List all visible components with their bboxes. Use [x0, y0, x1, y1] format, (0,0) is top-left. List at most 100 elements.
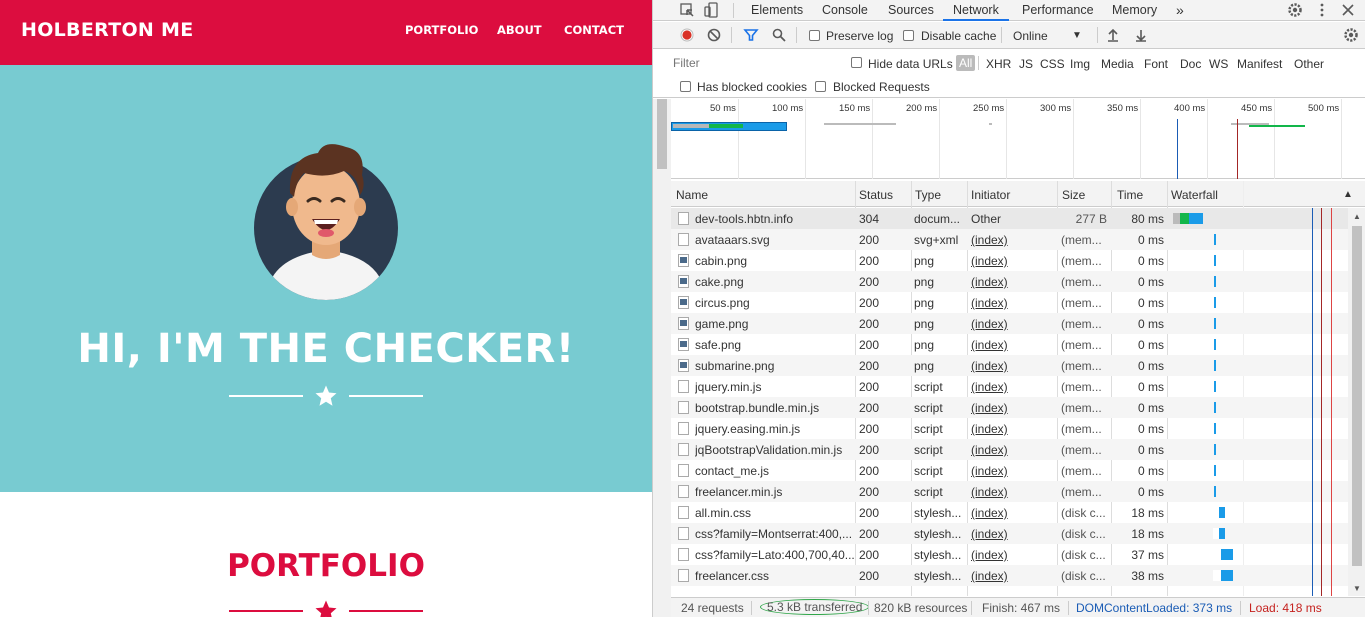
network-settings-gear-icon[interactable]: [1343, 27, 1359, 43]
preserve-log-checkbox[interactable]: [809, 30, 820, 41]
has-blocked-cookies-checkbox[interactable]: [680, 81, 691, 92]
request-initiator[interactable]: (index): [971, 380, 1057, 394]
column-header-initiator[interactable]: Initiator: [971, 188, 1010, 202]
sort-ascending-icon[interactable]: ▲: [1343, 189, 1353, 200]
request-initiator[interactable]: (index): [971, 443, 1057, 457]
filter-type-all[interactable]: All: [956, 55, 976, 71]
request-initiator[interactable]: (index): [971, 527, 1057, 541]
hide-data-urls-checkbox[interactable]: [851, 57, 862, 68]
column-header-status[interactable]: Status: [859, 188, 893, 202]
filter-type-media[interactable]: Media: [1101, 57, 1134, 71]
scroll-up-icon[interactable]: ▲: [1353, 212, 1361, 221]
tab-elements[interactable]: Elements: [751, 0, 803, 21]
scroll-down-icon[interactable]: ▼: [1353, 584, 1361, 593]
nav-link-about[interactable]: ABOUT: [497, 23, 542, 37]
column-header-name[interactable]: Name: [676, 188, 708, 202]
tab-sources[interactable]: Sources: [888, 0, 934, 21]
more-tabs-icon[interactable]: »: [1176, 0, 1184, 21]
devtools-scrollbar-thumb[interactable]: [657, 99, 667, 169]
request-initiator[interactable]: (index): [971, 338, 1057, 352]
table-row[interactable]: bootstrap.bundle.min.js 200 script (index) (…: [671, 397, 1348, 418]
site-brand[interactable]: HOLBERTON ME: [21, 19, 194, 41]
column-header-type[interactable]: Type: [915, 188, 941, 202]
table-row[interactable]: css?family=Lato:400,700,40... 200 stylesh.…: [671, 544, 1348, 565]
clear-icon[interactable]: [706, 27, 722, 43]
tab-network[interactable]: Network: [943, 0, 1009, 21]
request-initiator[interactable]: (index): [971, 548, 1057, 562]
throttling-select[interactable]: Online: [1013, 29, 1048, 43]
request-initiator[interactable]: (index): [971, 275, 1057, 289]
table-row[interactable]: submarine.png 200 png (index) (mem... 0 ms: [671, 355, 1348, 376]
table-scrollbar[interactable]: ▲ ▼: [1348, 208, 1365, 596]
request-size: (mem...: [1061, 359, 1102, 373]
filter-type-js[interactable]: JS: [1019, 57, 1033, 71]
table-row[interactable]: cake.png 200 png (index) (mem... 0 ms: [671, 271, 1348, 292]
tab-performance[interactable]: Performance: [1022, 0, 1094, 21]
table-row[interactable]: css?family=Montserrat:400,... 200 stylesh.…: [671, 523, 1348, 544]
filter-type-other[interactable]: Other: [1294, 57, 1324, 71]
table-row[interactable]: jquery.min.js 200 script (index) (mem... 0 ms: [671, 376, 1348, 397]
column-header-size[interactable]: Size: [1062, 188, 1085, 202]
document-file-icon: [678, 401, 689, 414]
table-row[interactable]: freelancer.css 200 stylesh... (index) (disk …: [671, 565, 1348, 586]
request-status: 200: [859, 506, 880, 520]
inspect-element-icon[interactable]: [679, 2, 695, 18]
overview-tick: 350 ms: [1107, 103, 1139, 114]
import-har-icon[interactable]: [1105, 27, 1121, 43]
filter-funnel-icon[interactable]: [743, 27, 759, 43]
filter-input[interactable]: [673, 54, 838, 72]
request-initiator[interactable]: (index): [971, 569, 1057, 583]
table-row[interactable]: game.png 200 png (index) (mem... 0 ms: [671, 313, 1348, 334]
nav-link-contact[interactable]: CONTACT: [564, 23, 624, 37]
request-initiator[interactable]: (index): [971, 254, 1057, 268]
device-toolbar-icon[interactable]: [704, 2, 720, 18]
disable-cache-checkbox[interactable]: [903, 30, 914, 41]
tab-console[interactable]: Console: [822, 0, 868, 21]
close-devtools-icon[interactable]: [1340, 2, 1356, 18]
table-row[interactable]: safe.png 200 png (index) (mem... 0 ms: [671, 334, 1348, 355]
filter-type-manifest[interactable]: Manifest: [1237, 57, 1282, 71]
devtools-scrollbar[interactable]: [653, 99, 671, 617]
blocked-requests-checkbox[interactable]: [815, 81, 826, 92]
request-initiator[interactable]: (index): [971, 317, 1057, 331]
table-row[interactable]: freelancer.min.js 200 script (index) (mem...…: [671, 481, 1348, 502]
request-initiator[interactable]: (index): [971, 422, 1057, 436]
filter-type-ws[interactable]: WS: [1209, 57, 1228, 71]
filter-type-img[interactable]: Img: [1070, 57, 1090, 71]
filter-type-font[interactable]: Font: [1144, 57, 1168, 71]
table-row[interactable]: dev-tools.hbtn.info 304 docum... Other 277 B…: [671, 208, 1348, 229]
request-initiator[interactable]: (index): [971, 401, 1057, 415]
request-initiator[interactable]: (index): [971, 506, 1057, 520]
search-icon[interactable]: [771, 27, 787, 43]
export-har-icon[interactable]: [1133, 27, 1149, 43]
table-row[interactable]: jquery.easing.min.js 200 script (index) (mem…: [671, 418, 1348, 439]
chevron-down-icon[interactable]: ▼: [1072, 30, 1082, 41]
tab-memory[interactable]: Memory: [1112, 0, 1157, 21]
filter-type-css[interactable]: CSS: [1040, 57, 1065, 71]
request-status: 200: [859, 422, 880, 436]
request-initiator[interactable]: (index): [971, 233, 1057, 247]
table-row[interactable]: contact_me.js 200 script (index) (mem... 0 ms: [671, 460, 1348, 481]
record-icon[interactable]: [679, 27, 695, 43]
kebab-menu-icon[interactable]: [1314, 2, 1330, 18]
request-initiator[interactable]: (index): [971, 359, 1057, 373]
nav-link-portfolio[interactable]: PORTFOLIO: [405, 23, 478, 37]
site-navbar: HOLBERTON ME PORTFOLIO ABOUT CONTACT: [0, 0, 652, 65]
table-scrollbar-thumb[interactable]: [1352, 226, 1362, 566]
table-row[interactable]: jqBootstrapValidation.min.js 200 script (in…: [671, 439, 1348, 460]
column-header-time[interactable]: Time: [1117, 188, 1143, 202]
filter-type-doc[interactable]: Doc: [1180, 57, 1201, 71]
table-row[interactable]: avataaars.svg 200 svg+xml (index) (mem... 0 m…: [671, 229, 1348, 250]
request-initiator[interactable]: (index): [971, 485, 1057, 499]
table-row[interactable]: all.min.css 200 stylesh... (index) (disk c..…: [671, 502, 1348, 523]
table-row[interactable]: cabin.png 200 png (index) (mem... 0 ms: [671, 250, 1348, 271]
table-row[interactable]: circus.png 200 png (index) (mem... 0 ms: [671, 292, 1348, 313]
request-name: cake.png: [695, 275, 744, 289]
settings-gear-icon[interactable]: [1287, 2, 1303, 18]
filter-type-xhr[interactable]: XHR: [986, 57, 1011, 71]
request-initiator[interactable]: (index): [971, 296, 1057, 310]
request-initiator[interactable]: (index): [971, 464, 1057, 478]
overview-tick: 500 ms: [1308, 103, 1340, 114]
network-overview-timeline[interactable]: 50 ms 100 ms 150 ms 200 ms 250 ms 300 ms…: [671, 99, 1365, 179]
column-header-waterfall[interactable]: Waterfall: [1171, 188, 1218, 202]
